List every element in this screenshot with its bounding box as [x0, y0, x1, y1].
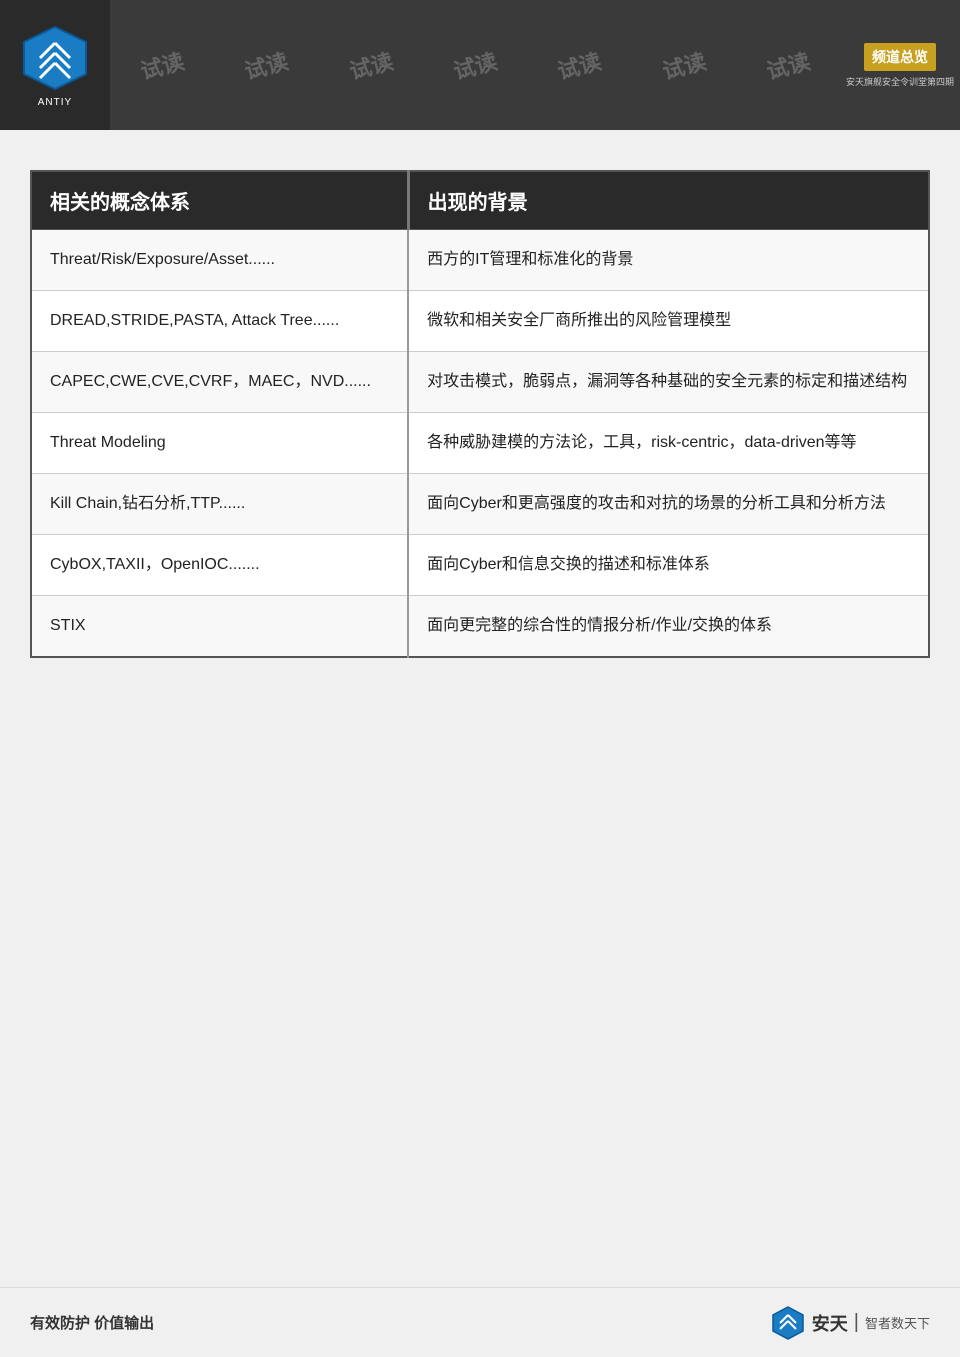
footer-left-text: 有效防护 价值输出: [30, 1312, 154, 1333]
table-row: DREAD,STRIDE,PASTA, Attack Tree...... 微软…: [31, 291, 929, 352]
row1-left: Threat/Risk/Exposure/Asset......: [31, 230, 408, 291]
row4-left: Threat Modeling: [31, 413, 408, 474]
brand-label: 频道总览: [872, 49, 928, 65]
table-row: CybOX,TAXII，OpenIOC....... 面向Cyber和信息交换的…: [31, 535, 929, 596]
logo-hexagon: [20, 23, 90, 93]
logo-area: ANTIY: [0, 0, 110, 130]
col1-header: 相关的概念体系: [31, 171, 408, 230]
watermark-5: 试读: [554, 44, 605, 86]
logo-label: ANTIY: [38, 97, 72, 108]
row7-right: 面向更完整的综合性的情报分析/作业/交换的体系: [408, 596, 929, 658]
row5-right: 面向Cyber和更高强度的攻击和对抗的场景的分析工具和分析方法: [408, 474, 929, 535]
row2-left: DREAD,STRIDE,PASTA, Attack Tree......: [31, 291, 408, 352]
table-header-row: 相关的概念体系 出现的背景: [31, 171, 929, 230]
table-row: Kill Chain,钻石分析,TTP...... 面向Cyber和更高强度的攻…: [31, 474, 929, 535]
row4-right: 各种威胁建模的方法论，工具，risk-centric，data-driven等等: [408, 413, 929, 474]
row7-left: STIX: [31, 596, 408, 658]
row1-right: 西方的IT管理和标准化的背景: [408, 230, 929, 291]
row2-right: 微软和相关安全厂商所推出的风险管理模型: [408, 291, 929, 352]
watermark-1: 试读: [137, 44, 188, 86]
footer-brand-name: 安天: [812, 1310, 848, 1336]
table-row: CAPEC,CWE,CVE,CVRF，MAEC，NVD...... 对攻击模式，…: [31, 352, 929, 413]
table-row: Threat/Risk/Exposure/Asset...... 西方的IT管理…: [31, 230, 929, 291]
header: ANTIY 试读 试读 试读 试读 试读 试读 试读 频道总览 安天旗舰安全令训…: [0, 0, 960, 130]
watermark-4: 试读: [450, 44, 501, 86]
watermark-strip: 试读 试读 试读 试读 试读 试读 试读: [110, 0, 840, 130]
row6-right: 面向Cyber和信息交换的描述和标准体系: [408, 535, 929, 596]
row6-left: CybOX,TAXII，OpenIOC.......: [31, 535, 408, 596]
footer-brand: 安天 | 智者数天下: [812, 1310, 930, 1336]
watermark-3: 试读: [345, 44, 396, 86]
watermark-7: 试读: [762, 44, 813, 86]
footer-divider: |: [854, 1311, 859, 1334]
watermark-6: 试读: [658, 44, 709, 86]
row5-left: Kill Chain,钻石分析,TTP......: [31, 474, 408, 535]
row3-left: CAPEC,CWE,CVE,CVRF，MAEC，NVD......: [31, 352, 408, 413]
footer-logo-icon: [770, 1305, 806, 1341]
header-right-logo: 频道总览 安天旗舰安全令训堂第四期: [840, 0, 960, 130]
main-content: 相关的概念体系 出现的背景 Threat/Risk/Exposure/Asset…: [0, 130, 960, 678]
row3-right: 对攻击模式，脆弱点，漏洞等各种基础的安全元素的标定和描述结构: [408, 352, 929, 413]
header-watermark: 试读 试读 试读 试读 试读 试读 试读: [110, 0, 840, 130]
col2-header: 出现的背景: [408, 171, 929, 230]
footer-brand-sub: 智者数天下: [865, 1313, 930, 1332]
brand-box: 频道总览: [864, 43, 936, 71]
header-sub-label: 安天旗舰安全令训堂第四期: [846, 75, 954, 88]
table-row: Threat Modeling 各种威胁建模的方法论，工具，risk-centr…: [31, 413, 929, 474]
footer-right: 安天 | 智者数天下: [770, 1305, 930, 1341]
concept-table: 相关的概念体系 出现的背景 Threat/Risk/Exposure/Asset…: [30, 170, 930, 658]
footer: 有效防护 价值输出 安天 | 智者数天下: [0, 1287, 960, 1357]
watermark-2: 试读: [241, 44, 292, 86]
table-row: STIX 面向更完整的综合性的情报分析/作业/交换的体系: [31, 596, 929, 658]
